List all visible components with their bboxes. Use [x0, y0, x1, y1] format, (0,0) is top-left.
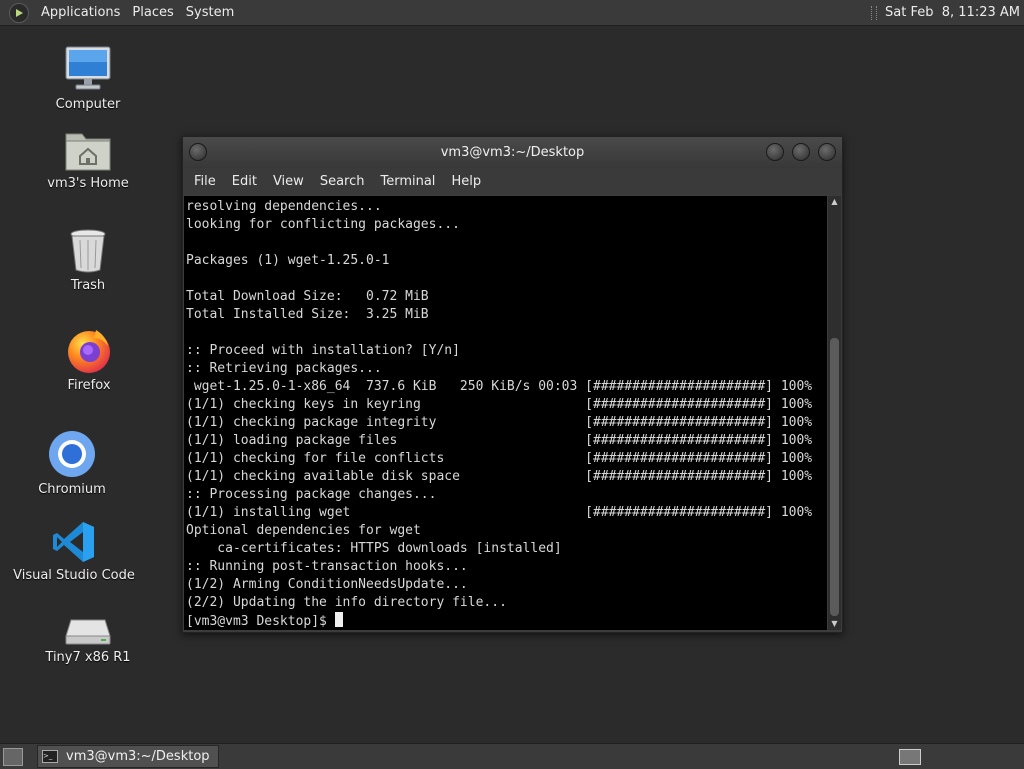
desktop-icon-label: Chromium	[38, 482, 106, 497]
terminal-line: ca-certificates: HTTPS downloads [instal…	[186, 541, 562, 556]
clock-area: Sat Feb 8, 11:23 AM	[871, 5, 1020, 20]
terminal-menubar: File Edit View Search Terminal Help	[183, 168, 842, 195]
show-desktop-button[interactable]	[3, 747, 23, 766]
home-folder-icon	[64, 128, 112, 172]
close-button[interactable]	[818, 143, 836, 161]
terminal-icon: >_	[42, 750, 58, 763]
desktop-icon-home[interactable]: vm3's Home	[23, 128, 153, 191]
desktop-icon-computer[interactable]: Computer	[23, 45, 153, 112]
desktop-icon-label: Trash	[70, 278, 106, 293]
terminal-line: :: Retrieving packages...	[186, 361, 382, 376]
terminal-prompt: [vm3@vm3 Desktop]$	[186, 614, 335, 629]
desktop-icon-trash[interactable]: Trash	[23, 228, 153, 293]
terminal-line: :: Running post-transaction hooks...	[186, 559, 468, 574]
terminal-scrollbar[interactable]: ▲ ▼	[828, 196, 841, 630]
terminal-window[interactable]: vm3@vm3:~/Desktop File Edit View Search …	[182, 136, 843, 633]
terminal-line: Optional dependencies for wget	[186, 523, 421, 538]
menu-file[interactable]: File	[186, 174, 224, 189]
menu-edit[interactable]: Edit	[224, 174, 265, 189]
window-titlebar[interactable]: vm3@vm3:~/Desktop	[183, 137, 842, 168]
terminal-line: (1/1) checking for file conflicts [#####…	[186, 451, 813, 466]
terminal-line: (1/1) loading package files [###########…	[186, 433, 813, 448]
computer-icon	[64, 45, 112, 93]
distro-logo-icon[interactable]	[9, 2, 29, 23]
desktop-icon-chromium[interactable]: Chromium	[7, 430, 137, 497]
terminal-prompt-line: [vm3@vm3 Desktop]$	[186, 612, 827, 630]
terminal-line: (1/1) checking available disk space [###…	[186, 469, 813, 484]
terminal-line: (1/1) installing wget [#################…	[186, 505, 813, 520]
firefox-icon	[66, 326, 112, 374]
scrollbar-thumb[interactable]	[830, 338, 839, 616]
workspace-switcher[interactable]	[899, 748, 921, 765]
terminal-output: resolving dependencies... looking for con…	[184, 196, 827, 630]
system-menu[interactable]: System	[180, 5, 240, 20]
terminal-line: Total Download Size: 0.72 MiB	[186, 289, 429, 304]
terminal-line: Total Installed Size: 3.25 MiB	[186, 307, 429, 322]
scroll-down-icon[interactable]: ▼	[828, 618, 841, 630]
taskbar-window-label: vm3@vm3:~/Desktop	[66, 749, 210, 764]
minimize-button[interactable]	[766, 143, 784, 161]
window-menu-button[interactable]	[189, 143, 207, 161]
terminal-line: (2/2) Updating the info directory file..…	[186, 595, 507, 610]
desktop-icon-firefox[interactable]: Firefox	[24, 326, 154, 393]
desktop-icon-drive[interactable]: Tiny7 x86 R1	[23, 616, 153, 665]
menu-search[interactable]: Search	[312, 174, 373, 189]
trash-icon	[68, 228, 108, 274]
desktop-icon-label: Firefox	[67, 378, 111, 393]
terminal-line: looking for conflicting packages...	[186, 217, 460, 232]
applications-menu[interactable]: Applications	[35, 5, 126, 20]
terminal-line: (1/1) checking keys in keyring [########…	[186, 397, 813, 412]
terminal-line: :: Processing package changes...	[186, 487, 437, 502]
chromium-icon	[48, 430, 96, 478]
vscode-icon	[52, 520, 96, 564]
desktop-icon-vscode[interactable]: Visual Studio Code	[9, 520, 139, 583]
terminal-line: resolving dependencies...	[186, 199, 382, 214]
top-panel: Applications Places System Sat Feb 8, 11…	[0, 0, 1024, 26]
bottom-panel: >_ vm3@vm3:~/Desktop	[0, 743, 1024, 769]
drive-icon	[65, 616, 111, 646]
menu-terminal[interactable]: Terminal	[372, 174, 443, 189]
desktop-icon-label: vm3's Home	[47, 176, 129, 191]
clock[interactable]: Sat Feb 8, 11:23 AM	[885, 5, 1020, 20]
terminal-line: (1/2) Arming ConditionNeedsUpdate...	[186, 577, 468, 592]
terminal-line: :: Proceed with installation? [Y/n]	[186, 343, 460, 358]
desktop-icon-label: Tiny7 x86 R1	[45, 650, 131, 665]
desktop-icon-label: Visual Studio Code	[13, 568, 135, 583]
terminal-output-area[interactable]: resolving dependencies... looking for con…	[184, 196, 827, 630]
terminal-line: Packages (1) wget-1.25.0-1	[186, 253, 390, 268]
places-menu[interactable]: Places	[126, 5, 179, 20]
desktop-icon-label: Computer	[55, 97, 121, 112]
menu-help[interactable]: Help	[443, 174, 489, 189]
terminal-line: wget-1.25.0-1-x86_64 737.6 KiB 250 KiB/s…	[186, 379, 813, 394]
terminal-cursor	[334, 612, 343, 627]
taskbar-window-button[interactable]: >_ vm3@vm3:~/Desktop	[37, 745, 219, 768]
window-title: vm3@vm3:~/Desktop	[440, 145, 585, 160]
maximize-button[interactable]	[792, 143, 810, 161]
panel-handle	[871, 5, 878, 20]
scroll-up-icon[interactable]: ▲	[828, 196, 841, 208]
menu-view[interactable]: View	[265, 174, 312, 189]
terminal-line: (1/1) checking package integrity [######…	[186, 415, 813, 430]
